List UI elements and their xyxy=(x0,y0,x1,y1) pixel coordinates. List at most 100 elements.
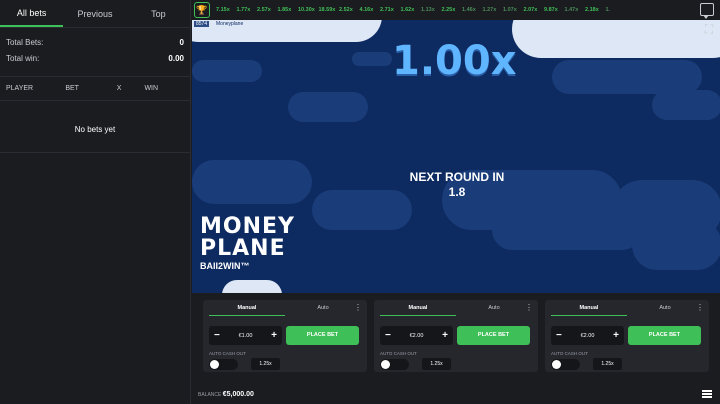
history-multiplier: 1.27x xyxy=(482,7,497,13)
cloud-light xyxy=(222,280,282,293)
place-bet-button[interactable]: PLACE BET xyxy=(286,326,359,345)
cloud xyxy=(552,60,702,94)
tab-auto[interactable]: Auto xyxy=(627,300,703,316)
bet-panels-area: Manual Auto ⋮ − €1.00 + PLACE BET AUTO C… xyxy=(192,293,720,404)
bets-sidebar: All bets Previous Top Total Bets: 0 Tota… xyxy=(0,0,191,404)
bet-panel-tabs: Manual Auto xyxy=(380,300,532,316)
bet-amount-stepper: − €2.00 + xyxy=(380,326,453,345)
bet-panel-tabs: Manual Auto xyxy=(209,300,361,316)
tab-manual[interactable]: Manual xyxy=(551,300,627,316)
app-root: All bets Previous Top Total Bets: 0 Tota… xyxy=(0,0,720,404)
cash-out-multiplier[interactable]: 1.25x xyxy=(593,358,622,370)
cloud xyxy=(652,90,720,120)
column-bet: BET xyxy=(65,85,79,92)
column-player: PLAYER xyxy=(6,85,34,92)
bet-amount-stepper: − €2.00 + xyxy=(551,326,624,345)
history-multiplier: 2.18x xyxy=(585,7,599,13)
tab-all-bets[interactable]: All bets xyxy=(0,0,64,27)
logo-line-plane: PLANE xyxy=(200,236,286,261)
bet-amount[interactable]: €1.00 xyxy=(239,333,253,339)
place-bet-button[interactable]: PLACE BET xyxy=(628,326,701,345)
more-options-icon[interactable]: ⋮ xyxy=(354,303,362,312)
history-multiplier: 1. xyxy=(605,7,611,13)
history-multiplier: 1.13x xyxy=(421,7,435,13)
plus-icon[interactable]: + xyxy=(442,330,448,341)
history-multiplier: 1.47x xyxy=(564,7,579,13)
bet-amount[interactable]: €2.00 xyxy=(410,333,424,339)
minus-icon[interactable]: − xyxy=(556,330,562,341)
auto-cash-out-toggle[interactable] xyxy=(551,359,580,370)
auto-cash-out-label: AUTO CASH OUT xyxy=(380,351,417,356)
bet-panel-1: Manual Auto ⋮ − €1.00 + PLACE BET AUTO C… xyxy=(203,300,367,372)
logo-line-brand: BAII2WIN™ xyxy=(200,261,250,271)
tab-auto[interactable]: Auto xyxy=(456,300,532,316)
history-multiplier: 1.46x xyxy=(462,7,476,13)
trophy-icon[interactable]: 🏆 xyxy=(194,2,210,18)
next-round-value: 1.8 xyxy=(448,185,466,199)
history-list: 7.15x 1.77x 2.57x 1.85x 10.30x 18.59x 2.52x 4.1… xyxy=(216,7,626,13)
bet-amount-stepper: − €1.00 + xyxy=(209,326,282,345)
history-multiplier: 10.30x xyxy=(298,7,315,13)
bet-amount[interactable]: €2.00 xyxy=(581,333,595,339)
bet-panel-tabs: Manual Auto xyxy=(551,300,703,316)
auto-cash-out-label: AUTO CASH OUT xyxy=(209,351,246,356)
tab-top[interactable]: Top xyxy=(127,0,190,27)
multiplier-display: 1.00x xyxy=(392,38,517,84)
tab-manual[interactable]: Manual xyxy=(380,300,456,316)
total-win-value: 0.00 xyxy=(168,54,184,63)
balance-value: €5,000.00 xyxy=(222,391,254,398)
more-options-icon[interactable]: ⋮ xyxy=(525,303,533,312)
history-multiplier: 2.57x xyxy=(257,7,271,13)
tab-manual[interactable]: Manual xyxy=(209,300,285,316)
menu-icon[interactable] xyxy=(702,390,712,398)
column-x: X xyxy=(116,85,122,92)
history-multiplier: 2.52x xyxy=(339,7,353,13)
cash-out-multiplier[interactable]: 1.25x xyxy=(422,358,451,370)
logo-line-money: MONEY xyxy=(200,214,295,239)
balance-display: BALANCE €5,000.00 xyxy=(198,391,254,398)
cloud xyxy=(192,60,262,82)
toggle-knob xyxy=(381,360,390,369)
bets-table-header: PLAYER BET X WIN xyxy=(0,77,190,101)
bet-panel-3: Manual Auto ⋮ − €2.00 + PLACE BET AUTO C… xyxy=(545,300,709,372)
history-multiplier: 18.59x xyxy=(318,7,336,13)
total-bets-label: Total Bets: xyxy=(6,38,44,47)
total-bets-value: 0 xyxy=(179,38,184,47)
cloud xyxy=(288,92,368,122)
column-win: WIN xyxy=(144,85,159,92)
cloud xyxy=(192,160,312,204)
history-multiplier: 2.71x xyxy=(380,7,394,13)
auto-cash-out-toggle[interactable] xyxy=(380,359,409,370)
cloud xyxy=(312,190,412,230)
money-plane-logo: MONEY PLANE BAII2WIN™ xyxy=(200,214,295,272)
fullscreen-icon[interactable]: ⛶ xyxy=(702,22,716,36)
tab-previous[interactable]: Previous xyxy=(63,0,126,27)
total-bets-row: Total Bets: 0 xyxy=(6,38,184,47)
cloud xyxy=(632,220,720,270)
tab-auto[interactable]: Auto xyxy=(285,300,361,316)
history-multiplier: 9.87x xyxy=(544,7,558,13)
more-options-icon[interactable]: ⋮ xyxy=(696,303,704,312)
history-multiplier: 1.07x xyxy=(503,7,517,13)
minus-icon[interactable]: − xyxy=(385,330,391,341)
cash-out-multiplier[interactable]: 1.25x xyxy=(251,358,280,370)
cloud xyxy=(352,52,392,66)
history-multiplier: 1.77x xyxy=(236,7,251,13)
auto-cash-out-toggle[interactable] xyxy=(209,359,238,370)
chat-icon[interactable] xyxy=(700,3,714,19)
round-id: 8574 xyxy=(194,21,210,27)
next-round-label: NEXT ROUND IN xyxy=(409,170,505,184)
bets-tabs: All bets Previous Top xyxy=(0,0,190,28)
total-win-label: Total win: xyxy=(6,54,40,63)
game-area: 🏆 7.15x 1.77x 2.57x 1.85x 10.30x 18.59x 2.52x 4… xyxy=(192,0,720,404)
history-multiplier: 2.25x xyxy=(441,7,456,13)
balance-label: BALANCE xyxy=(198,392,222,398)
toggle-knob xyxy=(552,360,561,369)
game-name: Moneyplane xyxy=(216,21,244,27)
place-bet-button[interactable]: PLACE BET xyxy=(457,326,530,345)
plus-icon[interactable]: + xyxy=(613,330,619,341)
plus-icon[interactable]: + xyxy=(271,330,277,341)
game-scene: 8574 Moneyplane 1.00x NEXT ROUND IN 1.8 … xyxy=(192,20,720,293)
history-multiplier: 1.62x xyxy=(400,7,415,13)
minus-icon[interactable]: − xyxy=(214,330,220,341)
